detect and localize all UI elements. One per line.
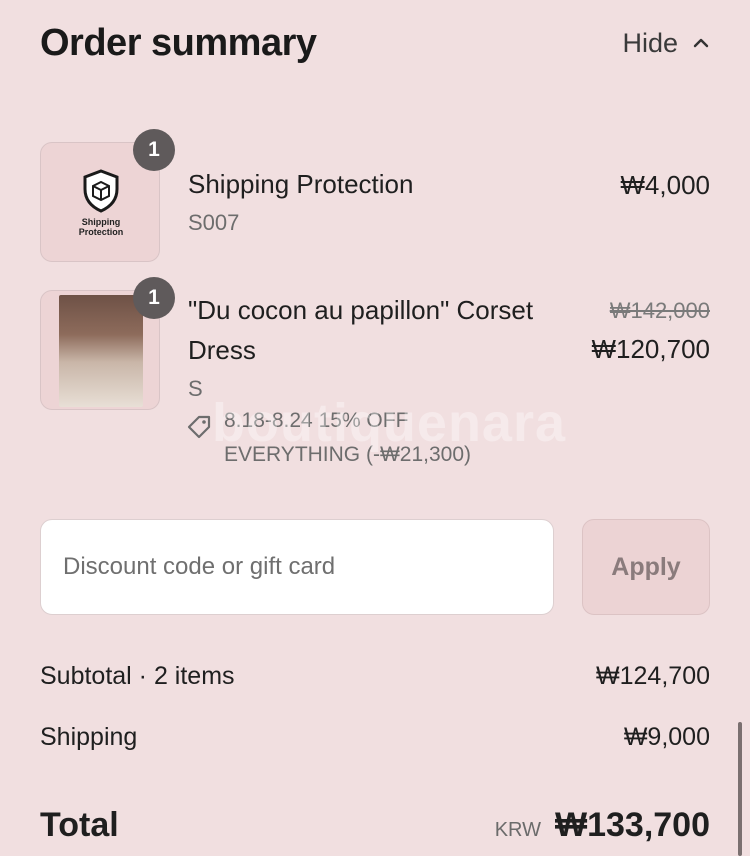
discount-code-input[interactable]: Discount code or gift card — [40, 519, 554, 615]
currency-code: KRW — [494, 818, 541, 841]
subtotal-label: Subtotal · 2 items — [40, 661, 235, 690]
total-value: ₩133,700 — [555, 805, 710, 844]
scrollbar[interactable] — [738, 722, 742, 856]
total-row: Total KRW ₩133,700 — [40, 802, 710, 848]
item-price: ₩120,700 — [591, 334, 710, 364]
subtotal-row: Subtotal · 2 items ₩124,700 — [40, 658, 710, 694]
item-price: ₩4,000 — [620, 170, 710, 200]
page-title: Order summary — [40, 21, 317, 64]
quantity-badge: 1 — [133, 129, 175, 171]
item-name: Shipping Protection — [188, 169, 414, 199]
line-item-shipping-protection: Shipping Protection 1 Shipping Protection… — [40, 129, 710, 262]
shipping-label: Shipping — [40, 722, 138, 751]
thumbnail-caption: Shipping Protection — [78, 217, 124, 237]
subtotal-value: ₩124,700 — [596, 661, 710, 690]
product-thumbnail: 1 — [40, 277, 175, 410]
total-amount: KRW ₩133,700 — [495, 806, 710, 845]
order-summary-header: Order summary Hide — [40, 18, 710, 68]
tag-icon — [187, 415, 211, 439]
discount-info: 8.18-8.24 15% OFF EVERYTHING (-₩21,300) — [187, 404, 608, 472]
item-variant: S007 — [188, 210, 240, 235]
apply-button[interactable]: Apply — [582, 519, 710, 615]
item-name-line-2: Dress — [188, 335, 256, 365]
dress-photo — [59, 295, 143, 407]
quantity-badge: 1 — [133, 277, 175, 319]
discount-line-2: EVERYTHING (-₩21,300) — [224, 443, 472, 466]
total-label: Total — [40, 805, 119, 844]
shipping-value: ₩9,000 — [623, 722, 710, 751]
line-item-corset-dress: 1 "Du cocon au papillon" Corset Dress S … — [40, 277, 710, 490]
shield-icon — [83, 169, 119, 213]
chevron-up-icon — [693, 38, 709, 48]
item-name-line-1: "Du cocon au papillon" Corset — [188, 295, 534, 325]
hide-toggle[interactable]: Hide — [622, 28, 710, 59]
hide-label: Hide — [622, 27, 678, 58]
discount-line-1: 8.18-8.24 15% OFF — [224, 409, 409, 432]
product-thumbnail: Shipping Protection 1 — [40, 129, 175, 262]
item-variant: S — [188, 376, 203, 401]
original-price: ₩142,000 — [609, 298, 710, 323]
shipping-row: Shipping ₩9,000 — [40, 719, 710, 755]
